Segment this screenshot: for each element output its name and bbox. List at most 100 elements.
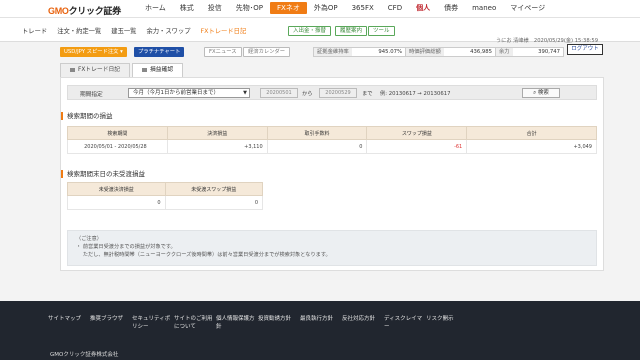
table-header-row: 検索期間 決済損益 取引手数料 スワップ損益 合計 bbox=[67, 126, 597, 140]
period-label: 期間指定 bbox=[80, 92, 103, 98]
footer-link[interactable]: 投資勧誘方針 bbox=[258, 315, 299, 331]
subnav-item[interactable]: 建玉一覧 bbox=[111, 26, 136, 35]
subnav-item[interactable]: 余力・スワップ bbox=[146, 26, 190, 35]
copyright: GMOクリック証券株式会社 bbox=[50, 352, 119, 358]
table-row: 2020/05/01 - 2020/05/28 +3,110 0 -61 +3,… bbox=[67, 139, 597, 154]
logo-brand: GMO bbox=[48, 6, 69, 16]
period-select[interactable]: 今月（今月1日から前営業日まで） ▼ bbox=[128, 88, 250, 98]
available-funds-metric: 余力 390,747 bbox=[495, 47, 564, 57]
footer-link[interactable]: サイトマップ bbox=[48, 315, 89, 331]
range-example: 例: 20130617 → 20130617 bbox=[380, 91, 451, 97]
tools-button[interactable]: ツール bbox=[368, 26, 395, 36]
col-header: 決済損益 bbox=[166, 126, 268, 140]
unrealized-table: 未受渡決済損益 未受渡スワップ損益 0 0 bbox=[67, 182, 263, 210]
metric-value: 390,747 bbox=[538, 49, 560, 55]
cell-unrealized-swap: 0 bbox=[164, 195, 263, 210]
diary-icon bbox=[70, 67, 75, 72]
nav-home[interactable]: ホーム bbox=[138, 0, 173, 17]
nav-stocks[interactable]: 株式 bbox=[173, 0, 201, 17]
nav-personal[interactable]: 個人 bbox=[409, 0, 437, 17]
nav-futures[interactable]: 先物･OP bbox=[229, 0, 270, 17]
to-label: まで bbox=[362, 91, 373, 97]
col-header: 合計 bbox=[466, 126, 597, 140]
nav-fx-options[interactable]: 外為OP bbox=[307, 0, 345, 17]
footer-link[interactable]: 個人情報保護方針 bbox=[216, 315, 257, 331]
table-row: 0 0 bbox=[67, 195, 263, 210]
nav-365fx[interactable]: 365FX bbox=[345, 0, 381, 17]
logo-name: クリック証券 bbox=[68, 6, 122, 16]
metric-label: 余力 bbox=[496, 48, 513, 56]
tool-row: USD/JPY スピード注文 ▾ プラチナチャート FXニュース 経済カレンダー… bbox=[0, 42, 640, 60]
platinum-chart-button[interactable]: プラチナチャート bbox=[134, 47, 185, 57]
col-header: 未受渡スワップ損益 bbox=[164, 182, 263, 196]
pl-panel: 期間指定 今月（今月1日から前営業日まで） ▼ 20200501 から 2020… bbox=[60, 77, 604, 271]
history-button[interactable]: 履歴案内 bbox=[335, 26, 368, 36]
search-label: 検索 bbox=[537, 90, 549, 96]
tab-label: FXトレード日記 bbox=[78, 67, 121, 73]
date-from-input[interactable]: 20200501 bbox=[260, 88, 298, 98]
cell-period: 2020/05/01 - 2020/05/28 bbox=[67, 139, 168, 154]
footer-link[interactable]: セキュリティポリシー bbox=[132, 315, 173, 331]
period-filter: 期間指定 今月（今月1日から前営業日まで） ▼ 20200501 から 2020… bbox=[67, 85, 597, 100]
sub-nav: トレード 注文・約定一覧 建玉一覧 余力・スワップ FXトレード日記 bbox=[22, 26, 256, 35]
notice-line: ただし、無計税時間帯（ニューヨーククローズ後時間帯）は前々営業日受渡分までが検索… bbox=[76, 252, 331, 258]
nav-bonds[interactable]: 債券 bbox=[437, 0, 465, 17]
col-header: 未受渡決済損益 bbox=[67, 182, 166, 196]
search-button[interactable]: ⌕ 検索 bbox=[522, 88, 560, 98]
metric-label: 証拠金維持率 bbox=[314, 48, 352, 56]
main-nav: ホーム 株式 投信 先物･OP FXネオ 外為OP 365FX CFD 個人 債券 maneo マイペ… bbox=[138, 0, 552, 17]
notice-line: ・ 前営業日受渡分までの損益が対象です。 bbox=[76, 244, 176, 250]
subnav-item[interactable]: FXトレード日記 bbox=[201, 26, 247, 35]
col-header: スワップ損益 bbox=[366, 126, 468, 140]
cell-settlement-pl: +3,110 bbox=[166, 139, 268, 154]
cell-total: +3,049 bbox=[466, 139, 597, 154]
nav-maneo[interactable]: maneo bbox=[465, 0, 503, 17]
footer-link[interactable]: 最良執行方針 bbox=[300, 315, 341, 331]
period-pl-table: 検索期間 決済損益 取引手数料 スワップ損益 合計 2020/05/01 - 2… bbox=[67, 126, 597, 154]
chevron-down-icon: ▼ bbox=[243, 90, 247, 96]
nav-cfd[interactable]: CFD bbox=[381, 0, 409, 17]
metric-label: 時価評価総額 bbox=[406, 48, 444, 56]
footer-link[interactable]: リスク開示 bbox=[426, 315, 467, 331]
deposit-transfer-button[interactable]: 入出金・振替 bbox=[288, 26, 332, 36]
notice-box: （ご注意） ・ 前営業日受渡分までの損益が対象です。 ただし、無計税時間帯（ニュ… bbox=[67, 230, 597, 266]
from-label: から bbox=[302, 91, 313, 97]
footer-link[interactable]: ディスクレイマー bbox=[384, 315, 425, 331]
nav-fx[interactable]: FXネオ bbox=[270, 2, 307, 14]
margin-ratio-metric: 証拠金維持率 945.07% bbox=[313, 47, 406, 57]
footer-link[interactable]: サイトのご利用について bbox=[174, 315, 215, 331]
econ-calendar-button[interactable]: 経済カレンダー bbox=[243, 47, 291, 57]
subnav-item[interactable]: トレード bbox=[22, 26, 47, 35]
top-header: GMOクリック証券 ホーム 株式 投信 先物･OP FXネオ 外為OP 365FX CFD 個人… bbox=[0, 0, 640, 18]
valuation-metric: 時価評価総額 436,985 bbox=[405, 47, 496, 57]
search-icon: ⌕ bbox=[533, 90, 537, 96]
metric-value: 945.07% bbox=[378, 49, 402, 55]
footer-link[interactable]: 反社対応方針 bbox=[342, 315, 383, 331]
chart-icon bbox=[142, 67, 147, 72]
period-pl-title: 検索期間の損益 bbox=[61, 112, 113, 120]
nav-funds[interactable]: 投信 bbox=[201, 0, 229, 17]
footer-links: サイトマップ 推奨ブラウザ セキュリティポリシー サイトのご利用について 個人情報保護方… bbox=[48, 315, 468, 331]
cell-swap-pl: -61 bbox=[366, 139, 468, 154]
period-select-value: 今月（今月1日から前営業日まで） bbox=[133, 90, 220, 96]
metric-value: 436,985 bbox=[470, 49, 492, 55]
subnav-item[interactable]: 注文・約定一覧 bbox=[57, 26, 101, 35]
footer: サイトマップ 推奨ブラウザ セキュリティポリシー サイトのご利用について 個人情報保護方… bbox=[0, 301, 640, 360]
speed-order-button[interactable]: USD/JPY スピード注文 ▾ bbox=[60, 47, 127, 57]
tab-trade-diary[interactable]: FXトレード日記 bbox=[60, 63, 131, 77]
unrealized-title: 検索期間末日の未受渡損益 bbox=[61, 170, 145, 178]
col-header: 検索期間 bbox=[67, 126, 168, 140]
table-header-row: 未受渡決済損益 未受渡スワップ損益 bbox=[67, 182, 263, 196]
col-header: 取引手数料 bbox=[266, 126, 368, 140]
nav-mypage[interactable]: マイページ bbox=[503, 0, 552, 17]
logo[interactable]: GMOクリック証券 bbox=[48, 4, 121, 17]
footer-link[interactable]: 推奨ブラウザ bbox=[90, 315, 131, 331]
cell-fee: 0 bbox=[266, 139, 368, 154]
notice-title: （ご注意） bbox=[76, 236, 102, 242]
sub-header: トレード 注文・約定一覧 建玉一覧 余力・スワップ FXトレード日記 入出金・振替 履歴… bbox=[0, 18, 640, 55]
tab-pl-check[interactable]: 損益確認 bbox=[132, 63, 184, 77]
date-to-input[interactable]: 20200529 bbox=[319, 88, 357, 98]
fx-news-button[interactable]: FXニュース bbox=[204, 47, 242, 57]
tab-label: 損益確認 bbox=[150, 67, 174, 73]
cell-unrealized-settlement: 0 bbox=[67, 195, 166, 210]
